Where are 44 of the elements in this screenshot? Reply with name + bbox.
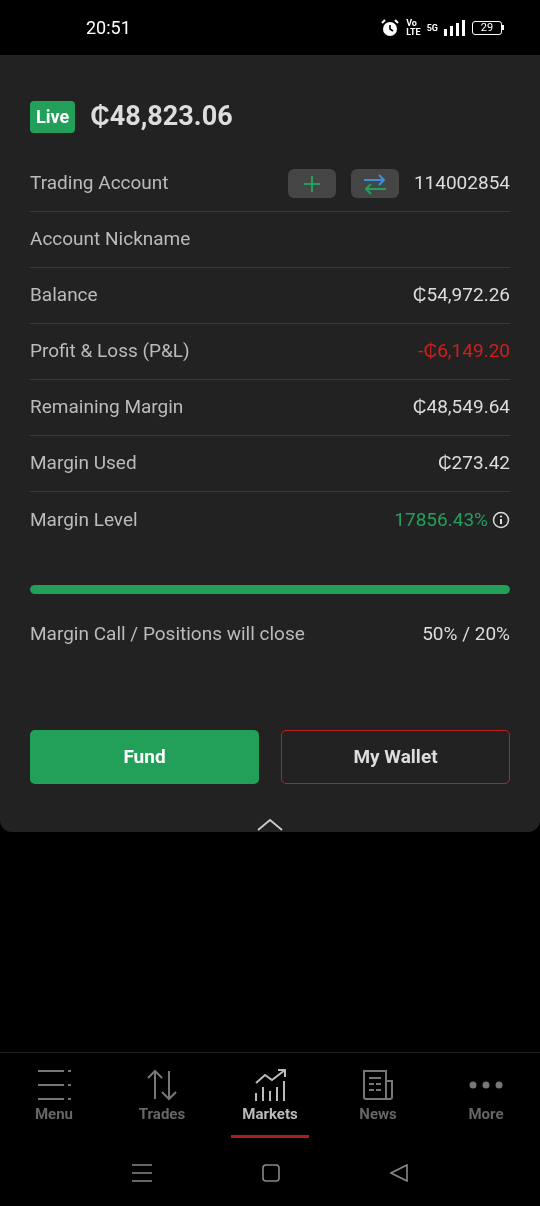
nav-tab[interactable]: News [324,1053,432,1140]
row-label: Margin Level [30,506,138,533]
nav-tab[interactable]: Trades [108,1053,216,1140]
row-label: Balance [30,282,98,309]
nav-tab[interactable]: Menu [0,1053,108,1140]
switch-account-button[interactable] [350,169,399,199]
equity-amount: ₵48,823.06 [90,99,233,135]
row-value: -₵6,149.20 [418,338,510,365]
collapse-chevron-icon[interactable] [257,818,283,832]
live-badge: Live [30,100,76,133]
wallet-button[interactable]: My Wallet [281,730,510,784]
plus-icon [301,173,322,194]
row-value: ₵54,972.26 [412,282,510,309]
row-label: Account Nickname [30,226,191,253]
back-icon[interactable] [390,1164,408,1182]
home-icon[interactable] [262,1164,280,1182]
alarm-icon [380,17,401,38]
row-label: Margin Used [30,450,137,477]
info-icon[interactable] [492,511,510,530]
clock-time: 20:51 [86,16,131,40]
more-icon [469,1081,503,1089]
recents-icon[interactable] [132,1164,152,1182]
menu-icon [36,1068,72,1102]
row-value: ₵273.42 [437,450,510,477]
row-value: 114002854 [413,170,510,197]
row-label: Trading Account [30,170,169,197]
newspaper-icon [361,1069,395,1101]
add-account-button[interactable] [287,169,336,199]
nav-tab[interactable]: More [432,1053,540,1140]
swap-arrows-icon [361,172,388,195]
volte-indicator: Vo LTE [406,18,421,37]
battery-indicator: 29 [472,20,504,35]
row-label: Margin Call / Positions will close [30,620,305,647]
fund-button[interactable]: Fund [30,730,259,784]
row-value: 17856.43% [394,506,488,533]
row-value: ₵48,549.64 [412,394,510,421]
up-down-arrows-icon [146,1069,178,1101]
chart-icon [253,1068,287,1102]
signal-icon [444,19,466,36]
row-label: Remaining Margin [30,394,184,421]
nav-tab[interactable]: Markets [216,1053,324,1140]
row-value: 50% / 20% [422,620,510,647]
network-type: 5G [426,21,438,35]
row-label: Profit & Loss (P&L) [30,338,190,365]
